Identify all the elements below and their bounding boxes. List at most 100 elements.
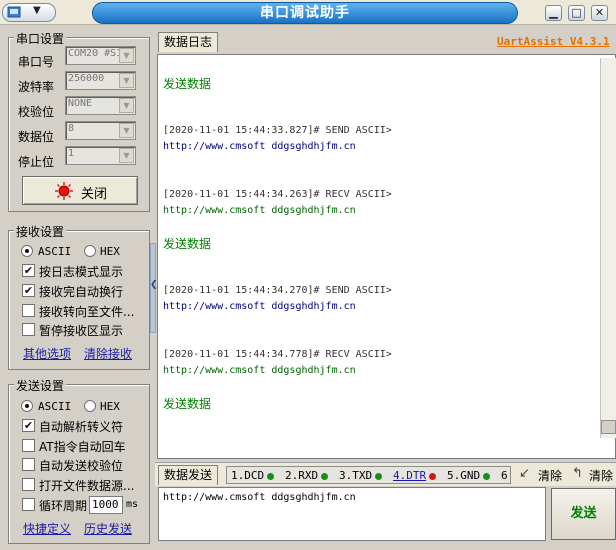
loop-period-input[interactable]: 1000 (89, 496, 123, 514)
log-scrollbar[interactable] (600, 58, 616, 438)
log-mode-checkbox[interactable]: ✔ (22, 264, 35, 277)
pin-rxd: 2.RXD (285, 469, 329, 482)
led-icon (429, 472, 437, 480)
port-settings-title: 串口设置 (14, 30, 67, 47)
chevron-down-icon: ▼ (33, 5, 41, 16)
pin-dcd: 1.DCD (231, 469, 275, 482)
scrollbar-thumb[interactable] (601, 420, 616, 434)
title-pill: 串口调试助手 (92, 2, 518, 24)
window-title: 串口调试助手 (260, 5, 350, 21)
databits-select[interactable]: 8 ▼ (65, 121, 136, 140)
loop-period-label: 循环周期 (39, 499, 88, 513)
maximize-button[interactable]: □ (568, 5, 585, 21)
open-file-checkbox[interactable] (22, 478, 35, 491)
log-data: http://www.cmsoft ddgsghdhjfm.cn (163, 205, 356, 216)
send-settings-title: 发送设置 (14, 377, 67, 394)
parity-select[interactable]: NONE ▼ (65, 96, 136, 115)
send-ascii-label: ASCII (38, 400, 72, 413)
chevron-down-icon: ▼ (119, 148, 134, 163)
radio-selected-dot (25, 249, 29, 253)
clear-receive-link[interactable]: 清除接收 (84, 345, 132, 362)
auto-checksum-label: 自动发送校验位 (39, 459, 124, 473)
pin-dtr[interactable]: 4.DTR (393, 469, 437, 482)
receive-to-file-label: 接收转向至文件... (39, 305, 135, 319)
close-port-button[interactable]: 关闭 (22, 176, 138, 205)
receive-hex-label: HEX (100, 245, 120, 258)
port-select[interactable]: COM20 #S1 ▼ (65, 46, 136, 65)
log-data: http://www.cmsoft ddgsghdhjfm.cn (163, 141, 356, 152)
clear-up-arrow-icon: ↰ (572, 466, 583, 481)
port-value: COM20 #S1 (68, 48, 123, 59)
send-hex-radio[interactable] (84, 400, 96, 412)
clear-all-label: 清除 (589, 469, 614, 483)
log-timestamp: [2020-11-01 15:44:34.270]# SEND ASCII> (163, 285, 392, 296)
maximize-icon: □ (571, 6, 582, 19)
databits-value: 8 (68, 123, 75, 134)
close-icon: ✕ (594, 6, 605, 19)
receive-log-area[interactable]: 发送数据 [2020-11-01 15:44:33.827]# SEND ASC… (157, 54, 616, 459)
led-icon (321, 472, 329, 480)
app-icon (7, 6, 21, 18)
send-ascii-radio[interactable] (21, 400, 33, 412)
receive-to-file-checkbox[interactable] (22, 304, 35, 317)
pin-gnd: 5.GND (447, 469, 491, 482)
close-window-button[interactable]: ✕ (591, 5, 608, 21)
radio-selected-dot (25, 404, 29, 408)
baud-value: 256000 (68, 73, 105, 84)
chevron-down-icon: ▼ (119, 123, 134, 138)
parity-label: 校验位 (18, 105, 55, 119)
log-sent-note: 发送数据 (163, 397, 212, 411)
send-input[interactable]: http://www.cmsoft ddgsghdhjfm.cn (158, 487, 546, 541)
data-log-tab-label: 数据日志 (164, 35, 213, 49)
system-menu-button[interactable]: ▼ (2, 3, 56, 22)
auto-escape-checkbox[interactable]: ✔ (22, 419, 35, 432)
send-input-text: http://www.cmsoft ddgsghdhjfm.cn (163, 492, 356, 503)
stopbits-label: 停止位 (18, 155, 55, 169)
pin-6: 6 (501, 469, 508, 482)
log-timestamp: [2020-11-01 15:44:34.778]# RECV ASCII> (163, 349, 392, 360)
panel-collapse-handle[interactable]: ❮ (150, 243, 158, 333)
send-button[interactable]: 发送 (551, 488, 616, 540)
port-label: 串口号 (18, 55, 55, 69)
baud-label: 波特率 (18, 80, 55, 94)
clear-arrow-icon: ↙ (519, 466, 530, 481)
databits-label: 数据位 (18, 130, 55, 144)
more-options-link[interactable]: 其他选项 (23, 345, 71, 362)
minimize-button[interactable]: ▁ (545, 5, 562, 21)
receive-hex-radio[interactable] (84, 245, 96, 257)
brand-link[interactable]: UartAssist V4.3.1 (497, 35, 610, 48)
loop-period-checkbox[interactable] (22, 498, 35, 511)
log-data: http://www.cmsoft ddgsghdhjfm.cn (163, 365, 356, 376)
baud-select[interactable]: 256000 ▼ (65, 71, 136, 90)
clear-all-button[interactable]: ↰ 清除 (572, 466, 616, 484)
receive-settings-title: 接收设置 (14, 223, 67, 240)
pause-receive-checkbox[interactable] (22, 323, 35, 336)
stopbits-select[interactable]: 1 ▼ (65, 146, 136, 165)
checkmark-icon: ✔ (23, 264, 34, 277)
log-sent-note: 发送数据 (163, 237, 212, 251)
led-icon (267, 472, 275, 480)
auto-newline-checkbox[interactable]: ✔ (22, 284, 35, 297)
loop-unit-label: ms (126, 499, 139, 510)
auto-escape-label: 自动解析转义符 (39, 420, 124, 434)
receive-ascii-radio[interactable] (21, 245, 33, 257)
auto-newline-label: 接收完自动换行 (39, 285, 124, 299)
port-status-led-icon (55, 182, 73, 200)
pause-receive-label: 暂停接收区显示 (39, 324, 124, 338)
tab-data-send[interactable]: 数据发送 (158, 465, 219, 485)
shortcuts-link[interactable]: 快捷定义 (23, 520, 71, 537)
clear-send-button[interactable]: ↙ 清除 (519, 466, 567, 484)
parity-value: NONE (68, 98, 93, 109)
open-file-label: 打开文件数据源... (39, 479, 135, 493)
minimize-icon: ▁ (549, 6, 558, 19)
auto-checksum-checkbox[interactable] (22, 458, 35, 471)
close-port-label: 关闭 (81, 187, 108, 202)
log-timestamp: [2020-11-01 15:44:33.827]# SEND ASCII> (163, 125, 392, 136)
send-history-link[interactable]: 历史发送 (84, 520, 132, 537)
checkmark-icon: ✔ (23, 419, 34, 432)
receive-ascii-label: ASCII (38, 245, 72, 258)
at-auto-cr-checkbox[interactable] (22, 439, 35, 452)
tab-data-log[interactable]: 数据日志 (158, 32, 219, 52)
chevron-down-icon: ▼ (119, 98, 134, 113)
clear-send-label: 清除 (538, 469, 563, 483)
